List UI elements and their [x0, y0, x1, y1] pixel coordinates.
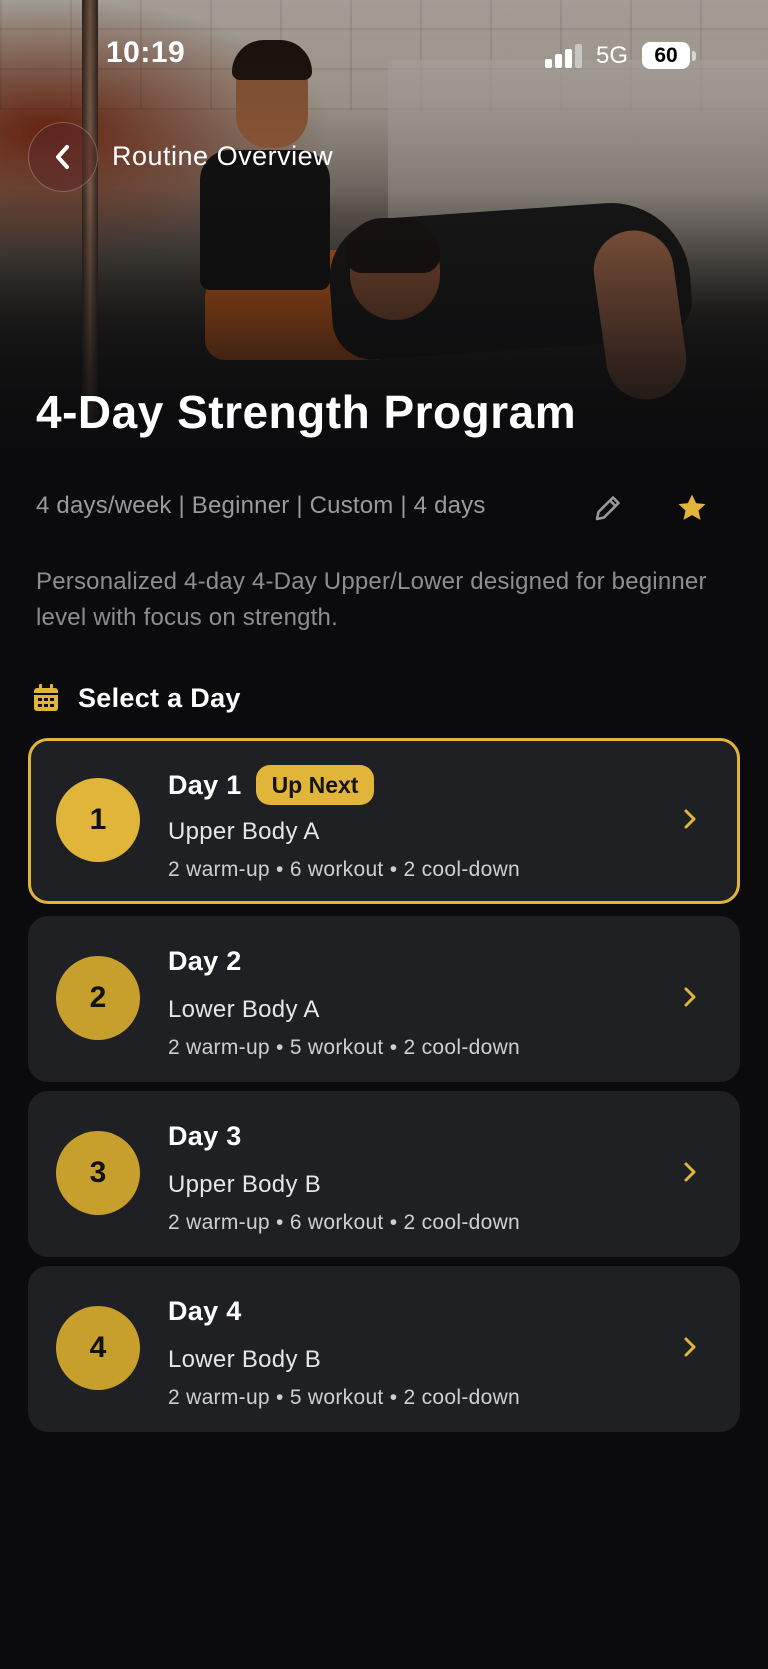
program-description: Personalized 4-day 4-Day Upper/Lower des…	[36, 568, 707, 631]
chevron-right-icon	[676, 804, 704, 834]
day-header: Day 3	[168, 1121, 242, 1152]
day-breakdown: 2 warm-up • 5 workout • 2 cool-down	[168, 1036, 521, 1059]
day-card-1[interactable]: 1 Day 1 Up Next Upper Body A 2 warm-up •…	[28, 738, 740, 904]
section-title: Select a Day	[78, 682, 241, 713]
day-breakdown: 2 warm-up • 5 workout • 2 cool-down	[168, 1386, 521, 1409]
back-button[interactable]	[28, 122, 98, 192]
program-meta: 4 days/week | Beginner | Custom | 4 days	[36, 492, 486, 519]
status-bar: 10:19 5G 60	[0, 0, 768, 110]
day-name: Day 1	[168, 769, 242, 800]
chevron-right-icon	[676, 1332, 704, 1362]
nav-title: Routine Overview	[112, 141, 334, 171]
calendar-icon	[34, 684, 58, 711]
day-card-3[interactable]: 3 Day 3 Upper Body B 2 warm-up • 6 worko…	[28, 1091, 740, 1257]
network-type: 5G	[596, 42, 629, 69]
battery-icon: 60	[642, 42, 690, 69]
cellular-signal-icon	[545, 44, 583, 68]
day-number-badge: 1	[56, 778, 140, 862]
day-focus: Upper Body B	[168, 1171, 322, 1198]
chevron-right-icon	[676, 982, 704, 1012]
day-breakdown: 2 warm-up • 6 workout • 2 cool-down	[168, 1211, 521, 1234]
star-icon	[678, 494, 706, 520]
pencil-icon	[595, 496, 620, 521]
day-focus: Lower Body A	[168, 996, 320, 1023]
battery-tip	[692, 51, 696, 61]
day-card-2[interactable]: 2 Day 2 Lower Body A 2 warm-up • 5 worko…	[28, 916, 740, 1082]
section-header: Select a Day	[32, 680, 241, 716]
status-time: 10:19	[106, 36, 186, 69]
day-focus: Upper Body A	[168, 818, 320, 845]
day-number-badge: 4	[56, 1306, 140, 1390]
day-name: Day 4	[168, 1296, 242, 1326]
day-header: Day 4	[168, 1296, 242, 1327]
day-number-badge: 2	[56, 956, 140, 1040]
day-name: Day 3	[168, 1121, 242, 1151]
day-header: Day 1 Up Next	[168, 765, 375, 805]
day-card-4[interactable]: 4 Day 4 Lower Body B 2 warm-up • 5 worko…	[28, 1266, 740, 1432]
favorite-button[interactable]	[670, 486, 714, 530]
program-title: 4-Day Strength Program	[36, 386, 577, 438]
day-focus: Lower Body B	[168, 1346, 322, 1373]
day-header: Day 2	[168, 946, 242, 977]
up-next-badge: Up Next	[255, 765, 375, 805]
day-breakdown: 2 warm-up • 6 workout • 2 cool-down	[168, 858, 521, 881]
day-name: Day 2	[168, 946, 242, 976]
chevron-right-icon	[676, 1157, 704, 1187]
edit-button[interactable]	[588, 488, 628, 528]
chevron-left-icon	[56, 145, 69, 169]
day-number-badge: 3	[56, 1131, 140, 1215]
